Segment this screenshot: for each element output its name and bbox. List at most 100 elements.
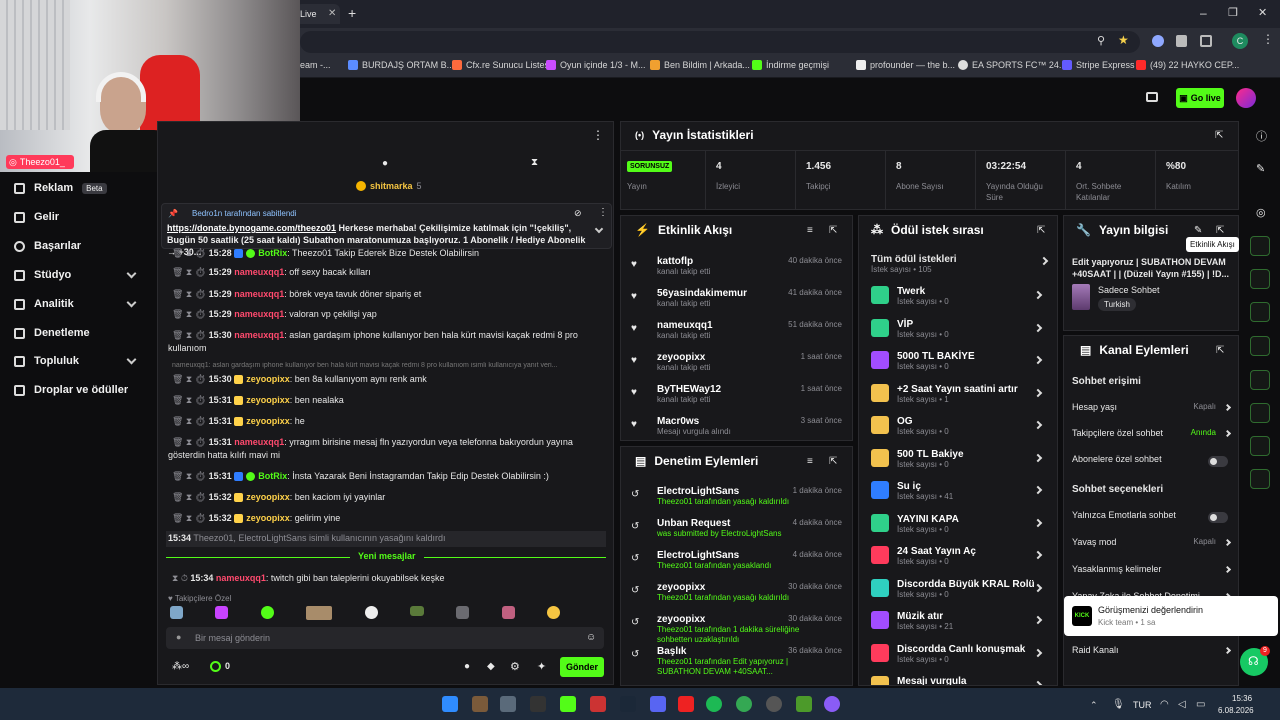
rail-mod-button[interactable] — [1250, 370, 1270, 390]
camera-icon[interactable] — [1146, 92, 1158, 102]
emote-icon[interactable] — [170, 606, 183, 619]
filter-icon[interactable]: ≡ — [807, 456, 813, 467]
feed-item[interactable]: ↺ zeyoopixx Theezo01 tarafından 1 dakika s… — [631, 614, 842, 644]
unpin-icon[interactable]: ⊘ — [574, 208, 582, 219]
emote-icon[interactable] — [364, 606, 378, 619]
feed-item[interactable]: ↺ zeyoopixx Theezo01 tarafından yasağı kal… — [631, 582, 842, 610]
sidebar-item-reklam[interactable]: Reklam Beta — [14, 182, 107, 194]
setting-row[interactable]: Yalnızca Emotlarla sohbet — [1072, 510, 1232, 528]
edit-pencil-icon[interactable]: ✎ — [1194, 225, 1202, 236]
reward-item[interactable]: YAYINI KAPA İstek sayısı • 0 — [871, 513, 1049, 542]
bookmark-item[interactable]: eam -... — [300, 60, 331, 70]
chat-bubble-icon[interactable]: ● — [382, 158, 388, 169]
chevron-down-icon[interactable] — [126, 354, 137, 365]
chat-toggle-icon[interactable]: ● — [464, 661, 470, 672]
emoji-icon[interactable]: ☺ — [586, 632, 596, 643]
rail-chat-button[interactable] — [1250, 302, 1270, 322]
hourglass-icon[interactable]: ⧗ — [531, 157, 538, 168]
go-live-button[interactable]: ▣ Go live — [1176, 88, 1224, 108]
new-tab-icon[interactable]: + — [348, 5, 356, 21]
emote-icon[interactable] — [456, 606, 470, 619]
puzzle-icon[interactable] — [1200, 35, 1212, 47]
bookmark-item[interactable]: Ben Bildim | Arkada... — [650, 60, 750, 70]
sidebar-item-basarilar[interactable]: Başarılar — [14, 240, 81, 252]
feed-item[interactable]: ♥ nameuxqq1 kanalı takip etti 51 dakika önc… — [631, 320, 842, 348]
chat-username[interactable]: zeyoopixx — [246, 374, 290, 384]
reward-item[interactable]: Su iç İstek sayısı • 41 — [871, 481, 1049, 509]
reward-item[interactable]: Müzik atır İstek sayısı • 21 — [871, 611, 1049, 639]
tab-close-icon[interactable]: ✕ — [328, 8, 336, 19]
channel-points-icon[interactable]: ⁂∞ — [172, 661, 189, 672]
setting-row[interactable]: Takipçilere özel sohbet Anında — [1072, 428, 1232, 446]
rail-broadcast-button[interactable] — [1250, 336, 1270, 356]
chevron-down-icon[interactable] — [126, 297, 137, 308]
popout-icon[interactable]: ⇱ — [829, 456, 837, 467]
bookmark-item[interactable]: İndirme geçmişi — [752, 60, 829, 70]
discord-icon[interactable] — [650, 696, 666, 712]
feed-item[interactable]: ♥ 56yasindakimemur kanalı takip etti 41 dak… — [631, 288, 842, 316]
profile-avatar[interactable]: C — [1232, 33, 1248, 49]
chat-username[interactable]: nameuxqq1 — [234, 437, 284, 447]
chat-username[interactable]: nameuxqq1 — [234, 309, 284, 319]
support-chat-button[interactable]: ☊ 9 — [1240, 646, 1270, 676]
bell-icon[interactable]: ◆ — [487, 661, 495, 672]
chat-username[interactable]: zeyoopixx — [246, 395, 290, 405]
bookmark-item[interactable]: BURDAJŞ ORTAM B... — [348, 60, 454, 70]
bookmark-item[interactable]: profounder — the b... — [856, 60, 955, 70]
expand-chevron-icon[interactable] — [594, 224, 604, 234]
sidebar-item-denetleme[interactable]: Denetleme — [14, 327, 90, 339]
app-icon[interactable] — [590, 696, 606, 712]
feed-item[interactable]: ♥ Macr0ws Mesajı vurgula alındı 3 saat önce — [631, 416, 842, 444]
reward-item[interactable]: VİP İstek sayısı • 0 — [871, 318, 1049, 347]
emote-icon[interactable] — [501, 606, 515, 619]
steam-icon[interactable] — [620, 696, 636, 712]
reward-item[interactable]: Mesajı vurgula — [871, 676, 1049, 685]
popout-icon[interactable]: ⇱ — [1215, 130, 1223, 141]
category-name[interactable]: Sadece Sohbet — [1098, 285, 1160, 295]
chat-input[interactable]: ● Bir mesaj gönderin ☺ — [166, 627, 604, 649]
chat-username[interactable]: BotRix — [258, 471, 287, 481]
popout-icon[interactable]: ⇱ — [1216, 225, 1224, 236]
reward-item[interactable]: 24 Saat Yayın Aç İstek sayısı • 0 — [871, 546, 1049, 574]
chat-username[interactable]: zeyoopixx — [246, 513, 290, 523]
rail-bolt-button[interactable] — [1250, 236, 1270, 256]
send-button[interactable]: Gönder — [560, 657, 604, 677]
rating-toast[interactable]: KICK Görüşmenizi değerlendirin Kick team… — [1064, 596, 1278, 636]
app-icon[interactable] — [796, 696, 812, 712]
spotify-icon[interactable] — [706, 696, 722, 712]
donate-link[interactable]: https://donate.bynogame.com/theezo01 — [167, 223, 336, 233]
bookmark-star-icon[interactable]: ★ — [1118, 33, 1129, 47]
bookmark-item[interactable]: (49) 22 HAYKO CEP... — [1136, 60, 1239, 70]
reward-item[interactable]: 5000 TL BAKİYE İstek sayısı • 0 — [871, 351, 1049, 379]
address-bar[interactable] — [300, 31, 1140, 53]
clock-date[interactable]: 6.08.2026 — [1218, 706, 1254, 715]
setting-row[interactable]: Yavaş mod Kapalı — [1072, 537, 1232, 555]
bookmark-item[interactable]: EA SPORTS FC™ 24... — [958, 60, 1066, 70]
settings-gear-icon[interactable]: ⚙ — [510, 660, 520, 673]
emote-icon[interactable] — [215, 606, 229, 619]
app-icon[interactable] — [530, 696, 546, 712]
emote-icon[interactable] — [260, 606, 274, 619]
shield-icon[interactable] — [1176, 35, 1187, 47]
minimize-icon[interactable]: – — [1200, 6, 1207, 20]
language-indicator[interactable]: TUR — [1133, 700, 1152, 710]
reward-item[interactable]: Discordda Büyük KRAL Rolü İstek sayısı • … — [871, 578, 1049, 607]
toggle-switch[interactable] — [1208, 512, 1228, 523]
setting-row[interactable]: Raid Kanalı — [1072, 645, 1232, 663]
rail-gift-button[interactable] — [1250, 469, 1270, 489]
chat-username[interactable]: zeyoopixx — [246, 416, 290, 426]
youtube-icon[interactable] — [678, 696, 694, 712]
tray-chevron-icon[interactable]: ⌃ — [1090, 700, 1098, 711]
kick-app-icon[interactable] — [560, 696, 576, 712]
feed-item[interactable]: ↺ Unban Request was submitted by ElectroLi… — [631, 518, 842, 546]
sidebar-item-topluluk[interactable]: Topluluk — [14, 355, 79, 367]
wifi-icon[interactable]: ◠ — [1160, 699, 1169, 710]
setting-row[interactable]: Hesap yaşı Kapalı — [1072, 402, 1232, 420]
maximize-icon[interactable]: ❐ — [1228, 6, 1238, 19]
chat-username[interactable]: nameuxqq1 — [234, 289, 284, 299]
gift-box-icon[interactable]: ✦ — [537, 660, 546, 673]
app-icon[interactable] — [824, 696, 840, 712]
clock-time[interactable]: 15:36 — [1232, 694, 1252, 703]
focus-icon[interactable]: ◎ — [1256, 206, 1266, 219]
sidebar-item-analitik[interactable]: Analitik — [14, 298, 74, 310]
